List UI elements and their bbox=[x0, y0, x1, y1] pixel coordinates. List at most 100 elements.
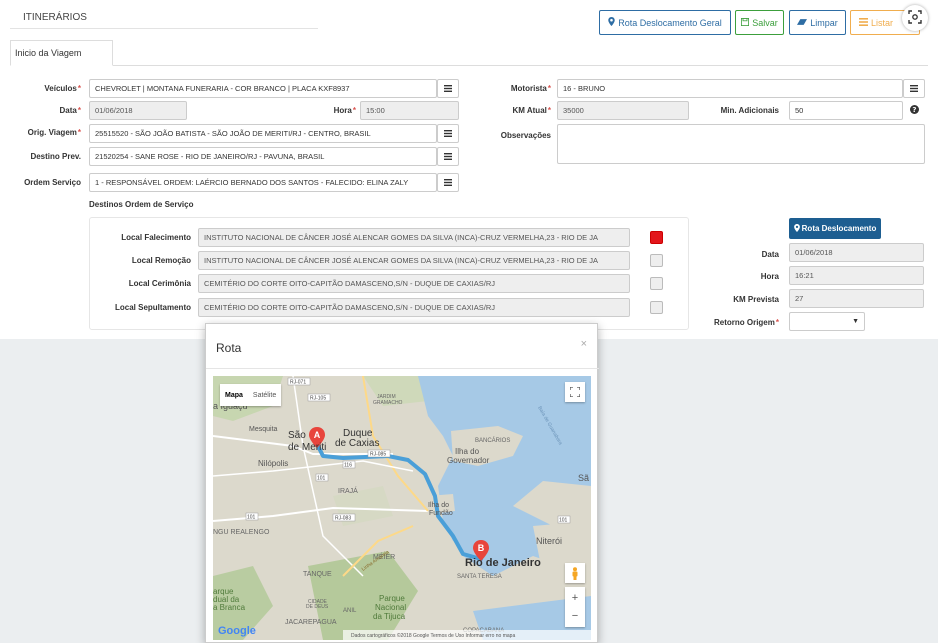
map-label: ANIL bbox=[343, 608, 357, 614]
map-label: Mesquita bbox=[249, 426, 278, 433]
min-adicionais-label: Min. Adicionais bbox=[720, 106, 779, 115]
local-cerimonia-checkbox[interactable] bbox=[650, 277, 663, 290]
map-marker-icon bbox=[608, 17, 615, 28]
local-falecimento-input[interactable]: INSTITUTO NACIONAL DE CÂNCER JOSÉ ALENCA… bbox=[198, 228, 630, 247]
save-button[interactable]: Salvar bbox=[735, 10, 784, 35]
svg-text:?: ? bbox=[912, 105, 916, 114]
rota-modal: Rota × A B a Iguaçu Mesquita São de Meri… bbox=[205, 323, 599, 643]
title-divider bbox=[10, 28, 318, 29]
retorno-origem-select[interactable]: ▼ bbox=[789, 312, 865, 331]
destino-prev-label: Destino Prev. bbox=[30, 152, 81, 161]
local-remocao-input[interactable]: INSTITUTO NACIONAL DE CÂNCER JOSÉ ALENCA… bbox=[198, 251, 630, 270]
save-icon bbox=[741, 17, 750, 28]
map-tab-mapa[interactable]: Mapa bbox=[220, 392, 248, 399]
map-label: Nilópolis bbox=[258, 459, 288, 468]
ordem-servico-label: Ordem Serviço bbox=[24, 178, 81, 187]
rp-data-label: Data bbox=[761, 250, 779, 259]
map-attribution: Dados cartográficos ©2018 Google Termos … bbox=[351, 632, 515, 639]
orig-viagem-input[interactable]: 25515520 - SÃO JOÃO BATISTA - SÃO JOÃO D… bbox=[89, 124, 437, 143]
road-shield: 101 bbox=[559, 518, 568, 524]
zoom-in-button[interactable]: + bbox=[572, 589, 578, 607]
road-shield: 101 bbox=[317, 476, 326, 482]
map-label: São bbox=[288, 430, 306, 441]
rp-hora-label: Hora bbox=[760, 272, 779, 281]
local-remocao-label: Local Remoção bbox=[131, 256, 191, 265]
road-shield: RJ-071 bbox=[290, 380, 306, 386]
data-input[interactable]: 01/06/2018 bbox=[89, 101, 187, 120]
rota-deslocamento-geral-button[interactable]: Rota Deslocamento Geral bbox=[599, 10, 731, 35]
rota-deslocamento-button[interactable]: Rota Deslocamento bbox=[789, 218, 881, 239]
map-label: NGU REALENGO bbox=[213, 529, 270, 536]
rota-geral-label: Rota Deslocamento Geral bbox=[618, 17, 722, 28]
km-atual-input[interactable]: 35000 bbox=[557, 101, 689, 120]
map-label: Nacional bbox=[375, 603, 406, 612]
map-label: BANCÁRIOS bbox=[475, 437, 510, 444]
local-sepultamento-checkbox[interactable] bbox=[650, 301, 663, 314]
motorista-label: Motorista bbox=[511, 84, 551, 93]
road-shield: 101 bbox=[247, 515, 256, 521]
map-label: TANQUE bbox=[303, 571, 332, 578]
veiculos-label: Veículos bbox=[44, 84, 81, 93]
map-label: de Meriti bbox=[288, 442, 326, 453]
google-logo: Google bbox=[218, 625, 256, 637]
chevron-down-icon: ▼ bbox=[852, 318, 859, 325]
map-label: a Branca bbox=[213, 603, 246, 612]
retorno-origem-label: Retorno Origem bbox=[714, 318, 779, 327]
destino-prev-input[interactable]: 21520254 - SANE ROSE - RIO DE JANEIRO/RJ… bbox=[89, 147, 437, 166]
marker-b: B bbox=[478, 543, 485, 553]
road-shield: RJ-085 bbox=[370, 452, 386, 458]
map-label: GRAMACHO bbox=[373, 400, 403, 406]
map-marker-icon bbox=[793, 223, 800, 234]
km-prevista-input[interactable]: 27 bbox=[789, 289, 924, 308]
map-label: DE DEUS bbox=[306, 604, 329, 610]
road-shield: 116 bbox=[344, 463, 352, 469]
screen-capture-icon bbox=[908, 9, 922, 27]
modal-divider bbox=[206, 368, 599, 369]
map-tab-satellite[interactable]: Satélite bbox=[248, 392, 281, 399]
zoom-out-button[interactable]: − bbox=[572, 607, 578, 625]
tab-inicio-viagem[interactable]: Inicio da Viagem bbox=[10, 40, 113, 66]
local-sepultamento-label: Local Sepultamento bbox=[114, 303, 191, 312]
map-label: Governador bbox=[447, 456, 490, 465]
motorista-input[interactable]: 16 - BRUNO bbox=[557, 79, 903, 98]
local-falecimento-checkbox[interactable] bbox=[650, 231, 663, 244]
map-label: Ilha do bbox=[428, 502, 449, 509]
road-shield: RJ-105 bbox=[310, 396, 326, 402]
orig-viagem-label: Orig. Viagem bbox=[28, 128, 81, 137]
map-label: da Tijuca bbox=[373, 612, 406, 621]
clear-button[interactable]: Limpar bbox=[789, 10, 846, 35]
local-cerimonia-input[interactable]: CEMITÉRIO DO CORTE OITO-CAPITÃO DAMASCEN… bbox=[198, 274, 630, 293]
observacoes-textarea[interactable] bbox=[557, 124, 925, 164]
route-map[interactable]: A B a Iguaçu Mesquita São de Meriti Duqu… bbox=[213, 376, 591, 640]
fullscreen-icon[interactable] bbox=[565, 382, 585, 402]
list-icon bbox=[444, 129, 452, 139]
ordem-servico-input[interactable]: 1 - RESPONSÁVEL ORDEM: LAÉRCIO BERNADO D… bbox=[89, 173, 437, 192]
list-icon bbox=[444, 84, 452, 94]
orig-viagem-list-button[interactable] bbox=[437, 124, 459, 143]
map-label: Ilha do bbox=[455, 447, 480, 456]
screen-capture-button[interactable] bbox=[902, 5, 928, 31]
local-cerimonia-label: Local Cerimônia bbox=[128, 279, 191, 288]
destino-prev-list-button[interactable] bbox=[437, 147, 459, 166]
close-icon[interactable]: × bbox=[581, 338, 587, 350]
min-adicionais-input[interactable]: 50 bbox=[789, 101, 903, 120]
pegman-icon[interactable] bbox=[565, 563, 585, 583]
local-sepultamento-input[interactable]: CEMITÉRIO DO CORTE OITO-CAPITÃO DAMASCEN… bbox=[198, 298, 630, 317]
rp-hora-input[interactable]: 16:21 bbox=[789, 266, 924, 285]
veiculos-input[interactable]: CHEVROLET | MONTANA FUNERARIA - COR BRAN… bbox=[89, 79, 437, 98]
motorista-list-button[interactable] bbox=[903, 79, 925, 98]
rota-deslocamento-label: Rota Deslocamento bbox=[801, 224, 877, 233]
km-atual-label: KM Atual bbox=[513, 106, 552, 115]
map-label: IRAJÁ bbox=[338, 486, 358, 495]
local-remocao-checkbox[interactable] bbox=[650, 254, 663, 267]
veiculos-list-button[interactable] bbox=[437, 79, 459, 98]
hora-input[interactable]: 15:00 bbox=[360, 101, 459, 120]
list-label: Listar bbox=[871, 17, 894, 28]
question-icon: ? bbox=[909, 105, 919, 116]
rp-data-input[interactable]: 01/06/2018 bbox=[789, 243, 924, 262]
ordem-servico-list-button[interactable] bbox=[437, 173, 459, 192]
min-adicionais-help[interactable]: ? bbox=[903, 101, 925, 120]
tab-divider bbox=[10, 65, 928, 66]
save-label: Salvar bbox=[752, 17, 778, 28]
marker-a: A bbox=[314, 430, 321, 440]
